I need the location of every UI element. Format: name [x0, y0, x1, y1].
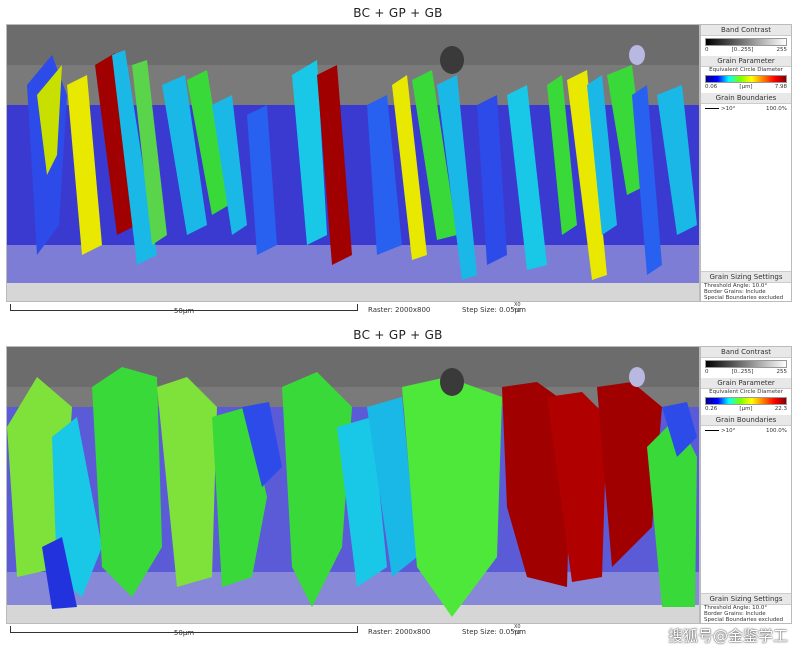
bc-max: 255: [776, 47, 787, 53]
gp-min: 0.26: [705, 406, 718, 412]
bc-range: [0..255]: [731, 47, 754, 53]
grain-parameter-subtitle: Equivalent Circle Diameter: [709, 389, 783, 395]
bc-min: 0: [705, 47, 709, 53]
scale-label: 50µm: [173, 629, 195, 637]
grain-sizing-settings: Grain Sizing Settings Threshold Angle: 1…: [701, 593, 791, 623]
raster-info: Raster: 2000x800: [368, 628, 431, 636]
bc-min: 0: [705, 369, 709, 375]
boundary-line-icon: [705, 430, 719, 431]
gp-max: 22.3: [774, 406, 787, 412]
gp-unit: [µm]: [739, 84, 753, 90]
grain-boundaries-title: Grain Boundaries: [701, 93, 791, 104]
gp-min: 0.06: [705, 84, 718, 90]
gb-threshold: >10°: [721, 106, 736, 112]
ebsd-panel-top: BC + GP + GB Band Contrast 0 [0..255] 25…: [6, 6, 792, 318]
grain-parameter-title: Grain Parameter: [701, 56, 791, 67]
panel-title: BC + GP + GB: [353, 6, 443, 20]
sizing-title: Grain Sizing Settings: [701, 594, 791, 605]
map-footer: 50µm Raster: 2000x800 Step Size: 0.05µm …: [6, 302, 698, 316]
axis-y-label: Y0: [514, 308, 521, 314]
axis-y-label: Y0: [514, 630, 521, 636]
watermark-text: 搜狐号@金鉴学工: [667, 627, 788, 645]
sizing-title: Grain Sizing Settings: [701, 272, 791, 283]
legend-sidebar: Band Contrast 0 [0..255] 255 Grain Param…: [700, 24, 792, 302]
grain-parameter-subtitle: Equivalent Circle Diameter: [709, 67, 783, 73]
band-contrast-bar: [705, 360, 787, 368]
gb-value: 100.0%: [766, 428, 787, 434]
bc-range: [0..255]: [731, 369, 754, 375]
scale-label: 50µm: [173, 307, 195, 315]
band-contrast-bar: [705, 38, 787, 46]
legend-sidebar: Band Contrast 0 [0..255] 255 Grain Param…: [700, 346, 792, 624]
sizing-line-3: Special Boundaries excluded: [704, 295, 784, 301]
grain-parameter-title: Grain Parameter: [701, 378, 791, 389]
ebsd-grain-map: [6, 24, 700, 302]
gp-unit: [µm]: [739, 406, 753, 412]
grain-parameter-bar: [705, 397, 787, 405]
axes-icon: X0 Y0: [514, 302, 521, 314]
map-footer: 50µm Raster: 2000x800 Step Size: 0.05µm …: [6, 624, 698, 638]
ebsd-grain-map: [6, 346, 700, 624]
ebsd-panel-bottom: BC + GP + GB Band Contrast 0 [0..255] 25…: [6, 328, 792, 646]
grain-parameter-bar: [705, 75, 787, 83]
axes-icon: X0 Y0: [514, 624, 521, 636]
band-contrast-title: Band Contrast: [701, 25, 791, 36]
band-contrast-title: Band Contrast: [701, 347, 791, 358]
gb-threshold: >10°: [721, 428, 736, 434]
gb-value: 100.0%: [766, 106, 787, 112]
panel-title: BC + GP + GB: [353, 328, 443, 342]
boundary-line-icon: [705, 108, 719, 109]
raster-info: Raster: 2000x800: [368, 306, 431, 314]
bc-max: 255: [776, 369, 787, 375]
gp-max: 7.98: [774, 84, 787, 90]
grain-boundaries-title: Grain Boundaries: [701, 415, 791, 426]
grain-sizing-settings: Grain Sizing Settings Threshold Angle: 1…: [701, 271, 791, 301]
sizing-line-3: Special Boundaries excluded: [704, 617, 784, 623]
